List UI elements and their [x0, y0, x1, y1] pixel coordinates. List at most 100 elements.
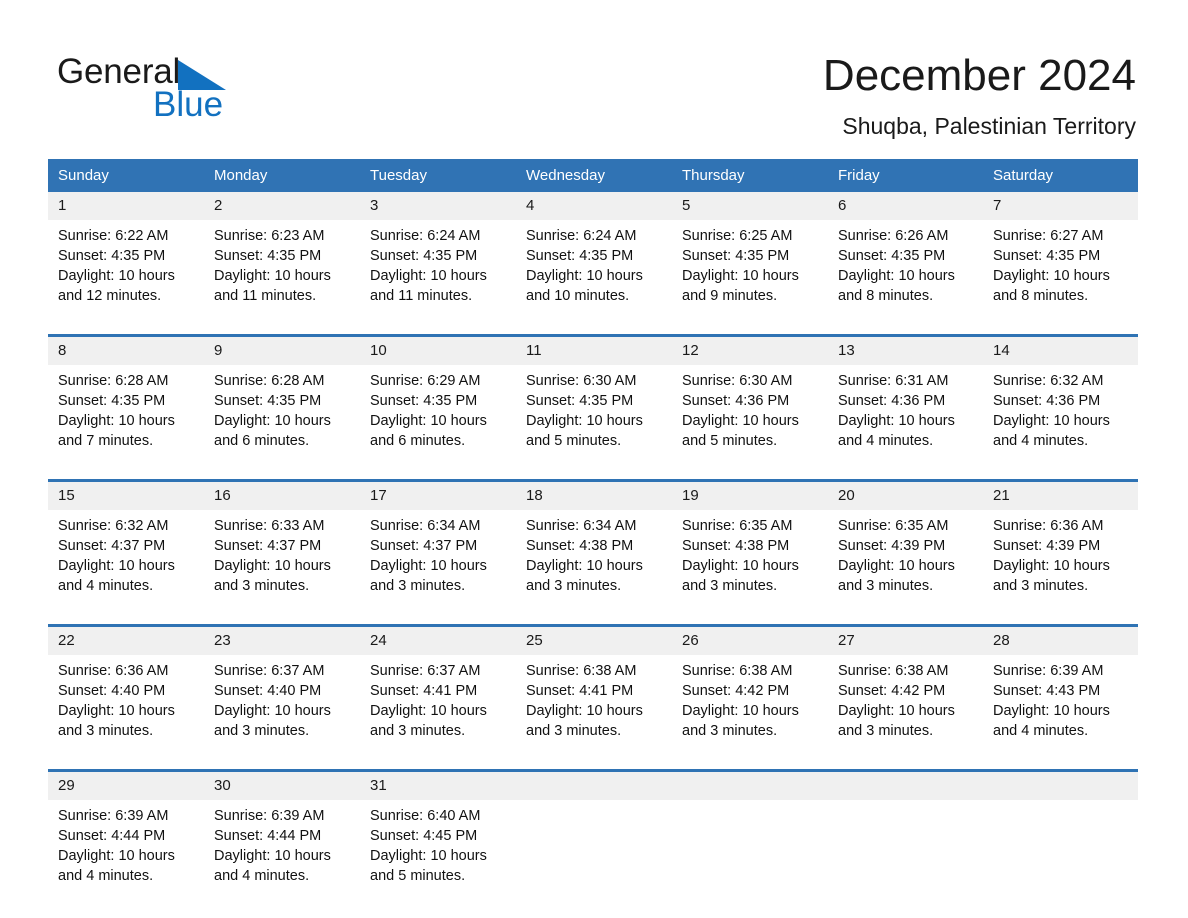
day-number[interactable]: 29 — [48, 769, 204, 800]
day-cell[interactable]: Sunrise: 6:24 AM Sunset: 4:35 PM Dayligh… — [360, 220, 516, 336]
calendar-grid: Sunday Monday Tuesday Wednesday Thursday… — [48, 159, 1138, 914]
sunrise-text: Sunrise: 6:35 AM — [838, 518, 949, 534]
day-cell[interactable]: Sunrise: 6:33 AM Sunset: 4:37 PM Dayligh… — [204, 510, 360, 626]
sunset-text: Sunset: 4:38 PM — [526, 538, 634, 554]
sunset-text: Sunset: 4:35 PM — [214, 248, 322, 264]
daylight-text: Daylight: 10 hours — [993, 703, 1110, 719]
day-number[interactable]: 6 — [828, 192, 983, 220]
sunrise-text: Sunrise: 6:30 AM — [682, 373, 793, 389]
day-cell[interactable]: Sunrise: 6:30 AM Sunset: 4:35 PM Dayligh… — [516, 365, 672, 481]
week-daynum-row: 1 2 3 4 5 6 7 — [48, 192, 1138, 220]
week-info-row: Sunrise: 6:28 AM Sunset: 4:35 PM Dayligh… — [48, 365, 1138, 481]
day-cell[interactable]: Sunrise: 6:34 AM Sunset: 4:38 PM Dayligh… — [516, 510, 672, 626]
day-cell[interactable]: Sunrise: 6:24 AM Sunset: 4:35 PM Dayligh… — [516, 220, 672, 336]
day-number[interactable]: 30 — [204, 769, 360, 800]
general-blue-logo[interactable]: General Blue — [57, 52, 387, 132]
day-number[interactable]: 25 — [516, 624, 672, 655]
weekday-header-row: Sunday Monday Tuesday Wednesday Thursday… — [48, 159, 1138, 192]
daylight-text-cont: and 3 minutes. — [214, 578, 310, 594]
day-cell[interactable]: Sunrise: 6:37 AM Sunset: 4:40 PM Dayligh… — [204, 655, 360, 771]
day-number[interactable]: 10 — [360, 334, 516, 365]
daylight-text-cont: and 4 minutes. — [214, 868, 310, 884]
day-number[interactable]: 8 — [48, 334, 204, 365]
sunrise-text: Sunrise: 6:39 AM — [58, 808, 169, 824]
daylight-text-cont: and 3 minutes. — [838, 723, 934, 739]
daylight-text-cont: and 5 minutes. — [682, 433, 778, 449]
sunset-text: Sunset: 4:35 PM — [526, 393, 634, 409]
daylight-text-cont: and 10 minutes. — [526, 288, 630, 304]
daylight-text: Daylight: 10 hours — [682, 703, 799, 719]
sunrise-text: Sunrise: 6:31 AM — [838, 373, 949, 389]
day-number[interactable]: 2 — [204, 192, 360, 220]
day-cell[interactable]: Sunrise: 6:29 AM Sunset: 4:35 PM Dayligh… — [360, 365, 516, 481]
day-number[interactable]: 9 — [204, 334, 360, 365]
day-number[interactable]: 1 — [48, 192, 204, 220]
day-number[interactable]: 27 — [828, 624, 983, 655]
day-cell[interactable]: Sunrise: 6:38 AM Sunset: 4:42 PM Dayligh… — [672, 655, 828, 771]
page-subtitle-location: Shuqba, Palestinian Territory — [842, 113, 1136, 139]
day-number-empty — [516, 769, 672, 800]
day-number[interactable]: 24 — [360, 624, 516, 655]
day-cell[interactable]: Sunrise: 6:40 AM Sunset: 4:45 PM Dayligh… — [360, 800, 516, 914]
sunrise-text: Sunrise: 6:32 AM — [993, 373, 1104, 389]
sunset-text: Sunset: 4:36 PM — [682, 393, 790, 409]
day-cell[interactable]: Sunrise: 6:39 AM Sunset: 4:43 PM Dayligh… — [983, 655, 1138, 771]
week-daynum-row: 22 23 24 25 26 27 28 — [48, 624, 1138, 655]
day-number[interactable]: 26 — [672, 624, 828, 655]
day-cell[interactable]: Sunrise: 6:38 AM Sunset: 4:42 PM Dayligh… — [828, 655, 983, 771]
daylight-text: Daylight: 10 hours — [58, 558, 175, 574]
day-number[interactable]: 18 — [516, 479, 672, 510]
week-daynum-row: 8 9 10 11 12 13 14 — [48, 334, 1138, 365]
day-cell[interactable]: Sunrise: 6:35 AM Sunset: 4:39 PM Dayligh… — [828, 510, 983, 626]
calendar-table: Sunday Monday Tuesday Wednesday Thursday… — [48, 159, 1138, 914]
day-cell[interactable]: Sunrise: 6:26 AM Sunset: 4:35 PM Dayligh… — [828, 220, 983, 336]
day-number[interactable]: 12 — [672, 334, 828, 365]
day-cell[interactable]: Sunrise: 6:36 AM Sunset: 4:39 PM Dayligh… — [983, 510, 1138, 626]
daylight-text-cont: and 5 minutes. — [526, 433, 622, 449]
day-cell[interactable]: Sunrise: 6:30 AM Sunset: 4:36 PM Dayligh… — [672, 365, 828, 481]
day-cell[interactable]: Sunrise: 6:35 AM Sunset: 4:38 PM Dayligh… — [672, 510, 828, 626]
day-cell[interactable]: Sunrise: 6:22 AM Sunset: 4:35 PM Dayligh… — [48, 220, 204, 336]
week-info-row: Sunrise: 6:22 AM Sunset: 4:35 PM Dayligh… — [48, 220, 1138, 336]
day-number[interactable]: 22 — [48, 624, 204, 655]
day-cell[interactable]: Sunrise: 6:28 AM Sunset: 4:35 PM Dayligh… — [204, 365, 360, 481]
daylight-text: Daylight: 10 hours — [838, 413, 955, 429]
day-number[interactable]: 14 — [983, 334, 1138, 365]
day-cell[interactable]: Sunrise: 6:25 AM Sunset: 4:35 PM Dayligh… — [672, 220, 828, 336]
daylight-text-cont: and 4 minutes. — [838, 433, 934, 449]
sunset-text: Sunset: 4:35 PM — [526, 248, 634, 264]
day-number[interactable]: 15 — [48, 479, 204, 510]
day-number[interactable]: 11 — [516, 334, 672, 365]
day-number[interactable]: 20 — [828, 479, 983, 510]
day-cell[interactable]: Sunrise: 6:27 AM Sunset: 4:35 PM Dayligh… — [983, 220, 1138, 336]
day-cell[interactable]: Sunrise: 6:39 AM Sunset: 4:44 PM Dayligh… — [48, 800, 204, 914]
day-number[interactable]: 7 — [983, 192, 1138, 220]
day-cell[interactable]: Sunrise: 6:31 AM Sunset: 4:36 PM Dayligh… — [828, 365, 983, 481]
day-cell[interactable]: Sunrise: 6:36 AM Sunset: 4:40 PM Dayligh… — [48, 655, 204, 771]
day-number[interactable]: 13 — [828, 334, 983, 365]
calendar-page: General Blue December 2024 Shuqba, Pales… — [0, 0, 1188, 918]
sunset-text: Sunset: 4:37 PM — [214, 538, 322, 554]
day-cell[interactable]: Sunrise: 6:23 AM Sunset: 4:35 PM Dayligh… — [204, 220, 360, 336]
day-cell[interactable]: Sunrise: 6:32 AM Sunset: 4:36 PM Dayligh… — [983, 365, 1138, 481]
day-cell[interactable]: Sunrise: 6:39 AM Sunset: 4:44 PM Dayligh… — [204, 800, 360, 914]
sunset-text: Sunset: 4:42 PM — [838, 683, 946, 699]
day-cell[interactable]: Sunrise: 6:28 AM Sunset: 4:35 PM Dayligh… — [48, 365, 204, 481]
day-number[interactable]: 3 — [360, 192, 516, 220]
daylight-text-cont: and 4 minutes. — [58, 578, 154, 594]
day-number[interactable]: 5 — [672, 192, 828, 220]
daylight-text: Daylight: 10 hours — [682, 268, 799, 284]
day-number[interactable]: 31 — [360, 769, 516, 800]
day-cell[interactable]: Sunrise: 6:38 AM Sunset: 4:41 PM Dayligh… — [516, 655, 672, 771]
day-cell[interactable]: Sunrise: 6:32 AM Sunset: 4:37 PM Dayligh… — [48, 510, 204, 626]
day-number[interactable]: 4 — [516, 192, 672, 220]
daylight-text-cont: and 12 minutes. — [58, 288, 162, 304]
day-number[interactable]: 16 — [204, 479, 360, 510]
day-number[interactable]: 23 — [204, 624, 360, 655]
day-number[interactable]: 28 — [983, 624, 1138, 655]
day-cell[interactable]: Sunrise: 6:34 AM Sunset: 4:37 PM Dayligh… — [360, 510, 516, 626]
day-number[interactable]: 19 — [672, 479, 828, 510]
day-number[interactable]: 17 — [360, 479, 516, 510]
day-cell[interactable]: Sunrise: 6:37 AM Sunset: 4:41 PM Dayligh… — [360, 655, 516, 771]
day-number[interactable]: 21 — [983, 479, 1138, 510]
